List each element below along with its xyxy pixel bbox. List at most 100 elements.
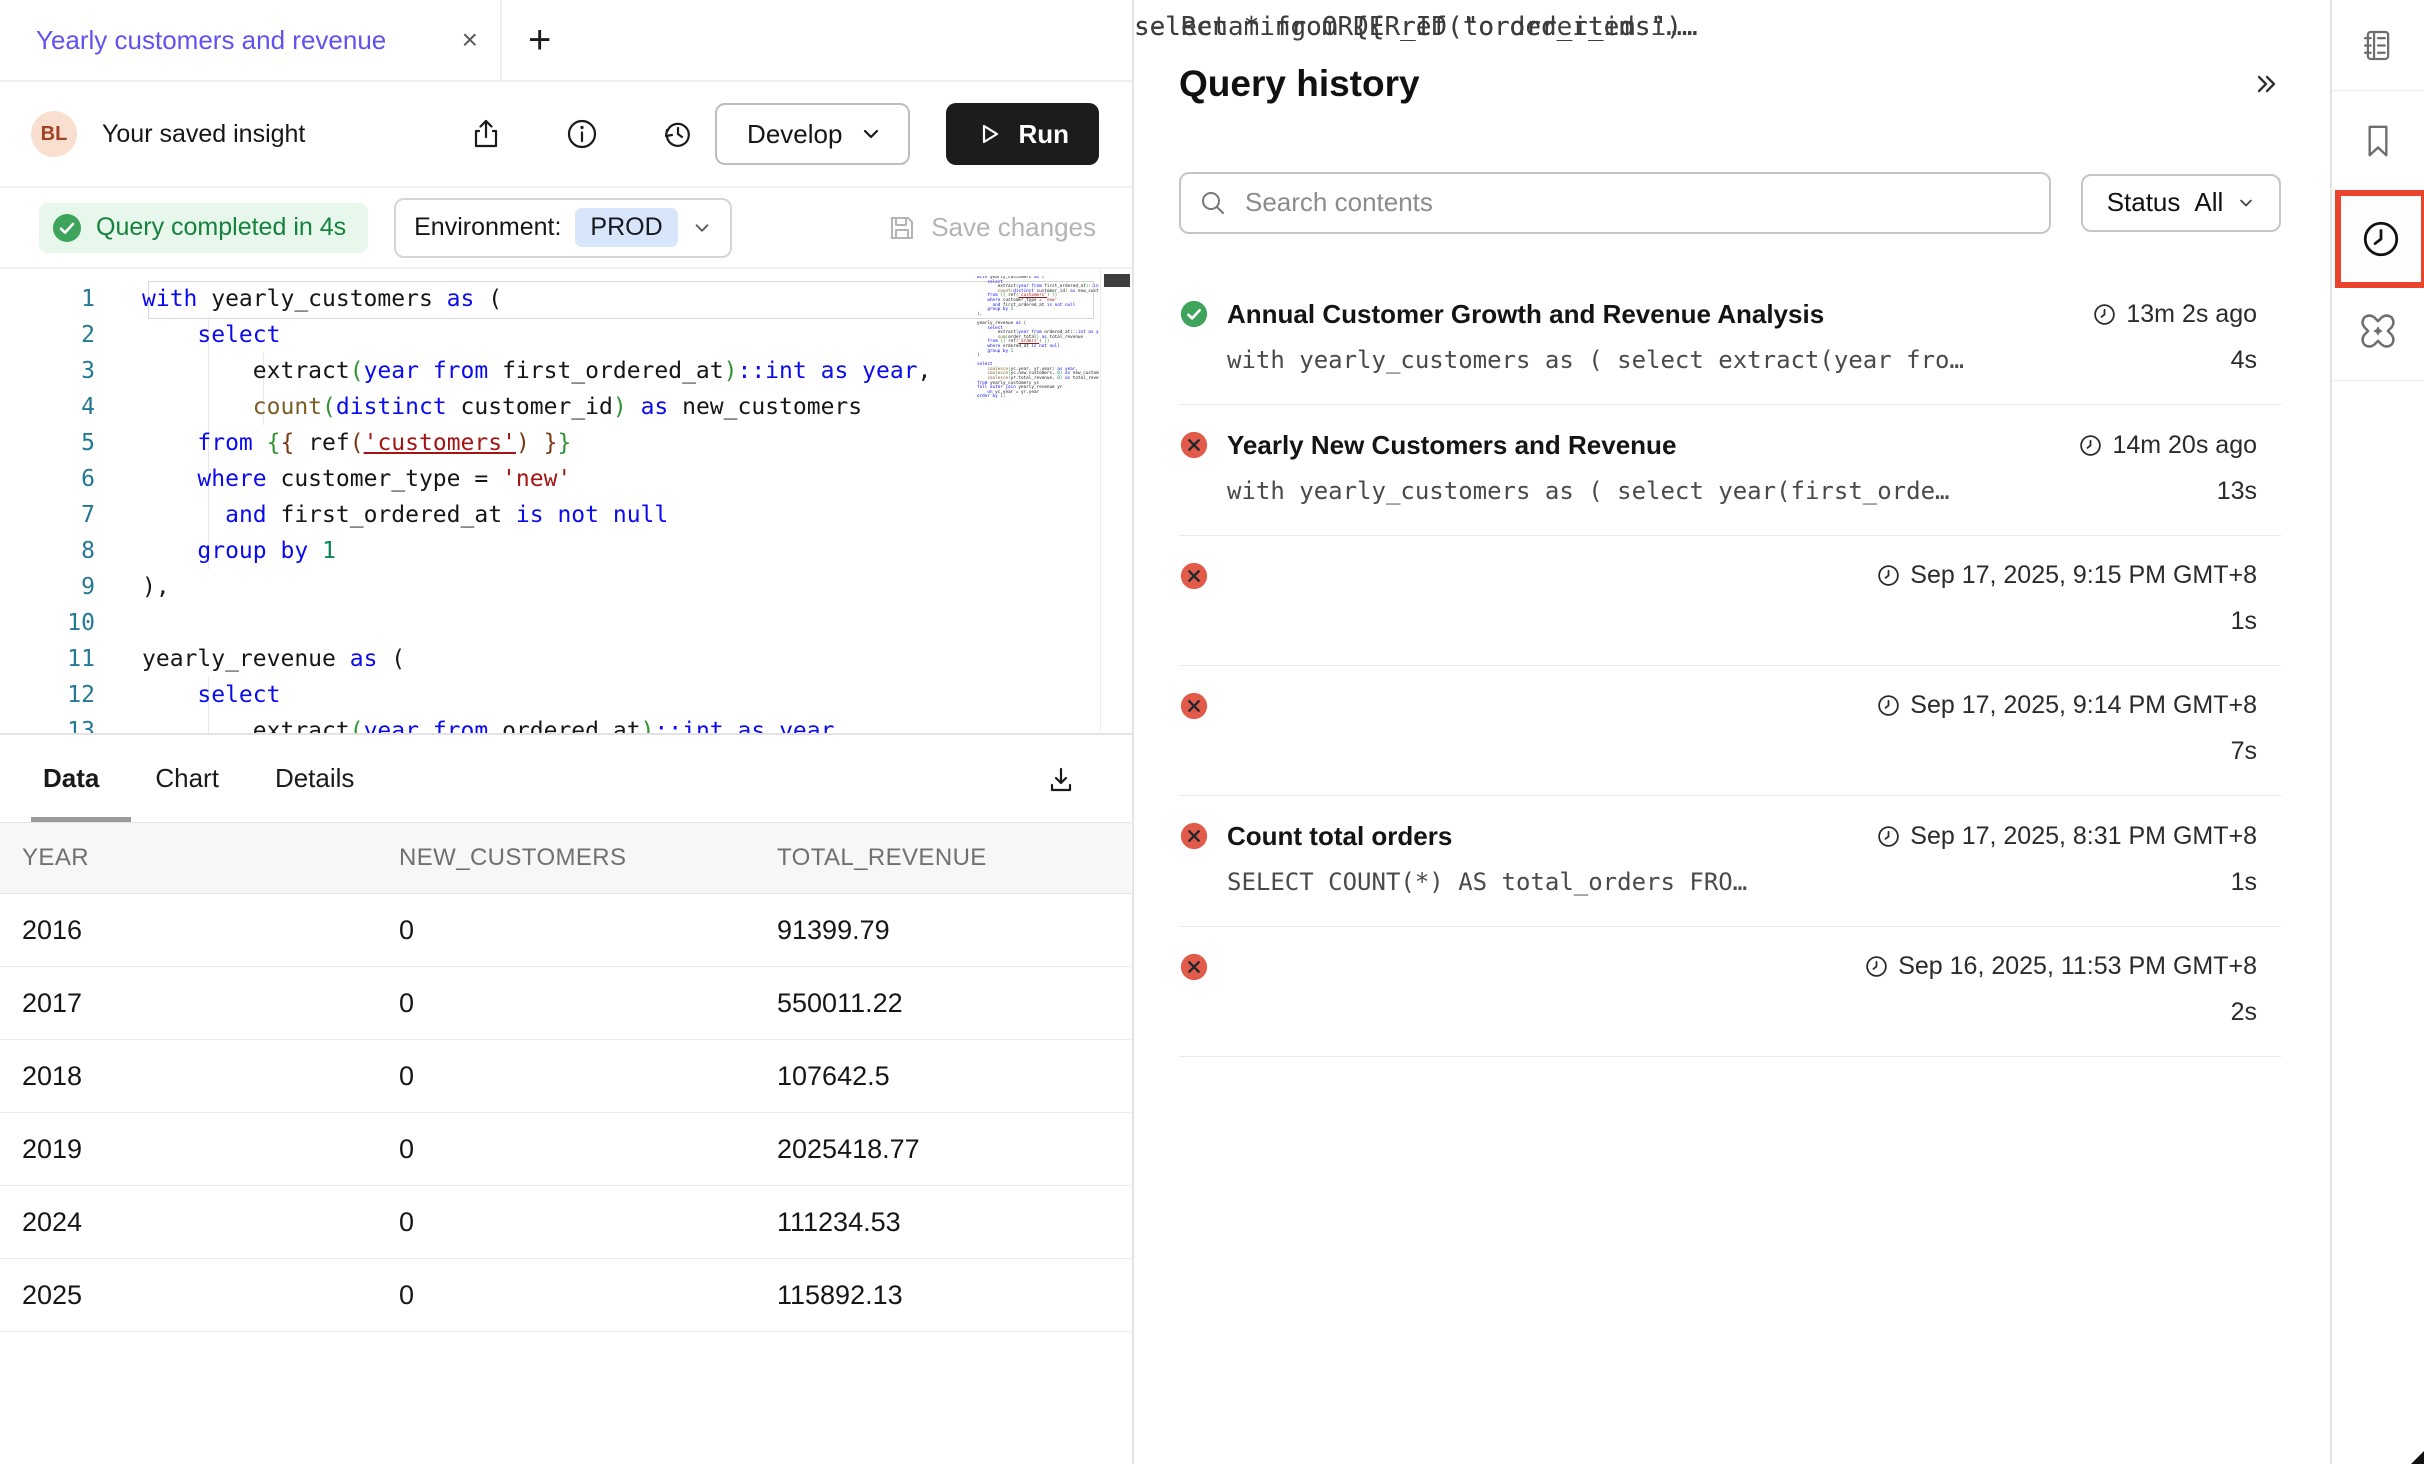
resize-corner (2411, 1451, 2424, 1464)
table-cell: 2024 (0, 1186, 377, 1259)
entry-query-preview: with yearly_customers as ( select year(f… (1227, 477, 2078, 506)
history-entry[interactable]: Yearly New Customers and Revenue 14m 20s … (1179, 405, 2281, 536)
minimap[interactable]: with yearly_customers as ( select extrac… (977, 276, 1099, 716)
app-window: Yearly customers and revenue × + BL Your… (0, 0, 2424, 1464)
toolbar-icons (470, 118, 694, 150)
save-icon (887, 213, 917, 243)
entry-time-text: 14m 20s ago (2112, 431, 2257, 460)
error-status-icon (1179, 691, 1227, 721)
query-status-bar: Query completed in 4s Environment: PROD … (0, 188, 1132, 269)
line-number: 8 (0, 533, 95, 569)
tab-title: Yearly customers and revenue (36, 25, 386, 56)
clock-icon (2092, 302, 2117, 327)
code-text: extract(year from first_ordered_at)::int… (95, 353, 931, 389)
history-clock-icon[interactable] (2360, 218, 2402, 260)
entry-time-text: Sep 17, 2025, 9:14 PM GMT+8 (1910, 691, 2257, 720)
save-changes-button[interactable]: Save changes (887, 212, 1096, 243)
entry-timestamp: Sep 17, 2025, 9:15 PM GMT+8 (1876, 561, 2281, 591)
entry-query-preview: SELECT COUNT(*) AS total_orders FRO… (1227, 868, 1876, 897)
history-entry[interactable]: -- Renaming ORDER_ID to order_id i…Sep 1… (1179, 927, 2281, 1057)
tab-details[interactable]: Details (275, 735, 354, 822)
line-number: 6 (0, 461, 95, 497)
tab-chart[interactable]: Chart (155, 735, 219, 822)
query-history-list: Annual Customer Growth and Revenue Analy… (1179, 274, 2281, 1057)
entry-duration: 4s (2231, 346, 2281, 375)
error-status-icon (1179, 430, 1227, 461)
entry-query-preview (1227, 737, 1876, 766)
right-icon-rail (2330, 0, 2424, 1464)
entry-query-preview (1227, 607, 1876, 636)
code-line: 8 group by 1 (0, 533, 997, 569)
column-header: TOTAL_REVENUE (755, 823, 1131, 894)
entry-duration: 7s (2231, 737, 2281, 766)
column-header: NEW_CUSTOMERS (377, 823, 755, 894)
download-icon[interactable] (1046, 765, 1076, 800)
chevron-down-icon (2237, 194, 2255, 212)
dbt-lineage-icon[interactable] (2357, 310, 2399, 352)
search-box (1179, 172, 2051, 234)
new-tab-button[interactable]: + (528, 20, 551, 60)
table-cell: 115892.13 (755, 1259, 1131, 1332)
entry-time-text: Sep 17, 2025, 8:31 PM GMT+8 (1910, 822, 2257, 851)
tab-data[interactable]: Data (43, 735, 99, 822)
entry-timestamp: 13m 2s ago (2092, 299, 2281, 330)
develop-button[interactable]: Develop (715, 103, 910, 165)
share-icon[interactable] (470, 118, 502, 150)
query-history-icon-highlight[interactable] (2335, 190, 2424, 288)
status-filter-dropdown[interactable]: Status All (2081, 174, 2281, 232)
history-entry[interactable]: select * from {{ ref("order_items")…Sep … (1179, 666, 2281, 796)
code-line: 6 where customer_type = 'new' (0, 461, 997, 497)
info-icon[interactable] (566, 118, 598, 150)
avatar: BL (31, 111, 77, 157)
table-header-row: YEARNEW_CUSTOMERSTOTAL_REVENUE (0, 823, 1131, 894)
column-header: YEAR (0, 823, 377, 894)
code-text: from {{ ref('customers') }} (95, 425, 571, 461)
line-number: 3 (0, 353, 95, 389)
success-status-icon (1179, 299, 1227, 330)
success-check-icon (51, 212, 83, 244)
code-text: and first_ordered_at is not null (95, 497, 668, 533)
run-button[interactable]: Run (946, 103, 1099, 165)
table-cell: 0 (377, 967, 755, 1040)
entry-title: Yearly New Customers and Revenue (1227, 430, 2078, 461)
version-history-icon[interactable] (662, 118, 694, 150)
entry-title: Annual Customer Growth and Revenue Analy… (1227, 299, 2092, 330)
history-entry[interactable]: Count total orders Sep 17, 2025, 8:31 PM … (1179, 796, 2281, 927)
history-entry[interactable]: Annual Customer Growth and Revenue Analy… (1179, 274, 2281, 405)
entry-title: Count total orders (1227, 821, 1876, 852)
sql-code-editor[interactable]: 1with yearly_customers as (2 select3 ext… (0, 269, 1132, 733)
search-input[interactable] (1243, 186, 2031, 219)
entry-duration: 1s (2231, 868, 2281, 897)
entry-duration: 2s (2231, 998, 2281, 1027)
table-cell: 91399.79 (755, 894, 1131, 967)
code-text: select (95, 317, 280, 353)
query-history-title: Query history (1179, 63, 1420, 105)
code-text: with yearly_customers as ( (95, 281, 502, 317)
entry-timestamp: Sep 17, 2025, 8:31 PM GMT+8 (1876, 821, 2281, 852)
line-number: 11 (0, 641, 95, 677)
entry-time-text: Sep 16, 2025, 11:53 PM GMT+8 (1898, 952, 2257, 981)
chevron-down-icon (860, 123, 882, 145)
tab-yearly-customers-and-revenue[interactable]: Yearly customers and revenue × (0, 0, 502, 80)
editor-panel: Yearly customers and revenue × + BL Your… (0, 0, 1134, 1464)
environment-select[interactable]: Environment: PROD (394, 198, 732, 258)
tab-close-icon[interactable]: × (462, 26, 478, 54)
scrollbar-thumb[interactable] (1104, 274, 1130, 287)
results-table: YEARNEW_CUSTOMERSTOTAL_REVENUE 201609139… (0, 822, 1131, 1332)
table-cell: 2016 (0, 894, 377, 967)
code-text: ), (95, 569, 170, 605)
status-filter-value: All (2194, 187, 2223, 218)
history-entry[interactable]: select * from {{ ref("order_items")…Sep … (1179, 536, 2281, 666)
collapse-panel-icon[interactable] (2251, 69, 2281, 99)
table-row: 20170550011.22 (0, 967, 1131, 1040)
bookmark-icon[interactable] (2359, 122, 2397, 160)
search-icon (1199, 189, 1227, 217)
code-text: group by 1 (95, 533, 336, 569)
table-cell: 2018 (0, 1040, 377, 1113)
notebook-icon[interactable] (2360, 28, 2396, 64)
line-number: 7 (0, 497, 95, 533)
clock-icon (2078, 433, 2103, 458)
clock-icon (1864, 954, 1889, 979)
code-line: 4 count(distinct customer_id) as new_cus… (0, 389, 997, 425)
query-history-panel: Query history Status All Annual Customer… (1134, 0, 2331, 1464)
